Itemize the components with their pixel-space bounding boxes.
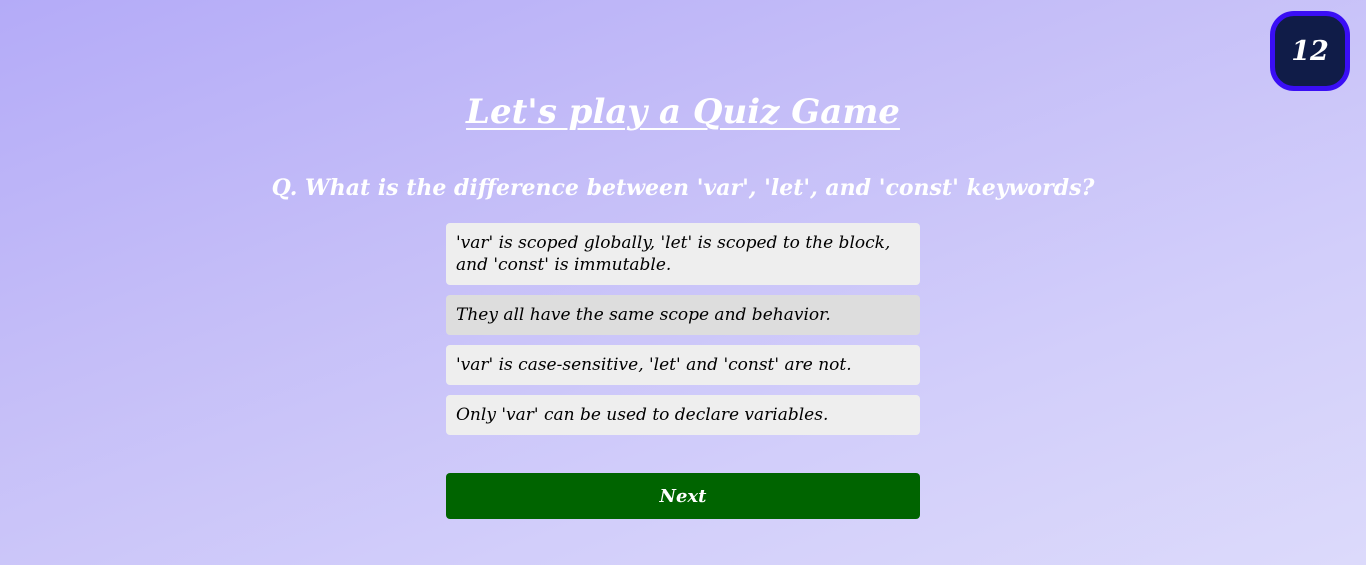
answer-option-3[interactable]: 'var' is case-sensitive, 'let' and 'cons… [446, 345, 920, 385]
answer-option-2[interactable]: They all have the same scope and behavio… [446, 295, 920, 335]
page-title: Let's play a Quiz Game [466, 92, 900, 132]
answer-options: 'var' is scoped globally, 'let' is scope… [446, 223, 920, 445]
countdown-timer: 12 [1270, 11, 1350, 91]
next-button[interactable]: Next [446, 473, 920, 519]
question-text: Q. What is the difference between 'var',… [271, 175, 1095, 201]
answer-option-4[interactable]: Only 'var' can be used to declare variab… [446, 395, 920, 435]
answer-option-1[interactable]: 'var' is scoped globally, 'let' is scope… [446, 223, 920, 285]
timer-value: 12 [1291, 35, 1329, 67]
